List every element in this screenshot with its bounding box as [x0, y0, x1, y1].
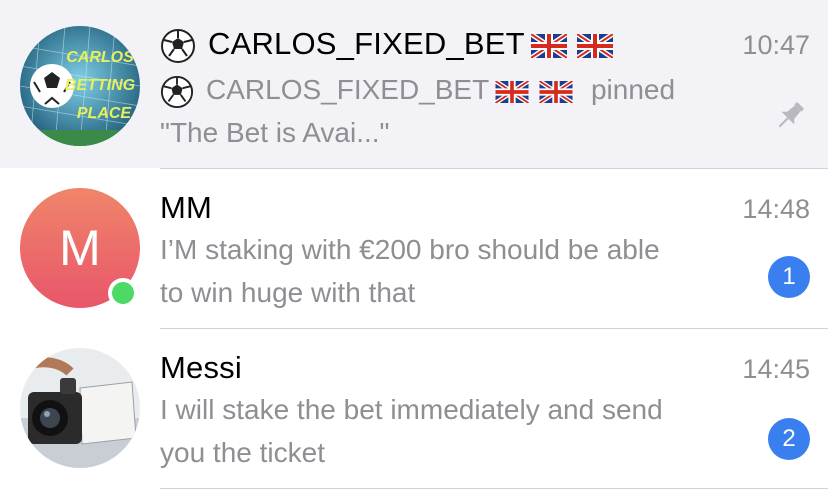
chat-row-messi[interactable]: Messi 14:45 I will stake the bet immedia… [0, 328, 828, 494]
online-indicator [108, 278, 138, 308]
chat-title: MM [160, 190, 213, 225]
uk-flag-icon [539, 80, 574, 103]
preview-line: to win huge with that [160, 277, 416, 308]
carlos-betting-logo: CARLOS BETTING PLACE [20, 26, 140, 146]
chat-row-carlos-fixed-bet[interactable]: CARLOS BETTING PLACE CARLOS_FIXED_BET 10… [0, 0, 828, 168]
row-divider [160, 168, 828, 169]
avatar [20, 348, 140, 468]
uk-flag-icon [576, 33, 613, 58]
uk-flag-icon [495, 80, 530, 103]
chat-time: 14:48 [742, 194, 810, 224]
channel-avatar: CARLOS BETTING PLACE [20, 26, 140, 146]
chat-preview: CARLOS_FIXED_BET pinned "The Bet is Avai… [160, 68, 740, 154]
unread-badge: 2 [768, 418, 810, 460]
soccer-ball-icon [161, 28, 195, 63]
pin-icon [778, 102, 804, 128]
soccer-ball-icon [160, 75, 194, 108]
row-divider [160, 328, 828, 329]
uk-flag-icon [530, 33, 567, 58]
chat-time: 10:47 [742, 30, 810, 60]
logo-text: CARLOS [66, 49, 134, 66]
preview-line: you the ticket [160, 437, 325, 468]
svg-text:PLACE: PLACE [77, 105, 133, 122]
row-divider [160, 488, 828, 489]
preview-action: pinned [590, 74, 676, 105]
unread-badge: 1 [768, 256, 810, 298]
avatar-initial: M [59, 220, 101, 276]
preview-line: I will stake the bet immediately and sen… [160, 394, 663, 425]
chat-title: CARLOS_FIXED_BET [160, 26, 613, 64]
chat-row-mm[interactable]: M MM 14:48 I’M staking with €200 bro sho… [0, 168, 828, 328]
preview-line: I’M staking with €200 bro should be able [160, 234, 660, 265]
svg-text:BETTING: BETTING [65, 77, 135, 94]
preview-sender: CARLOS_FIXED_BET [206, 74, 490, 105]
chat-title: Messi [160, 350, 242, 385]
chat-preview: I’M staking with €200 bro should be able… [160, 228, 760, 314]
chat-time: 14:45 [742, 354, 810, 384]
preview-quote: "The Bet is Avai..." [160, 117, 390, 148]
camera-photo-avatar [20, 348, 140, 468]
chat-title-text: CARLOS_FIXED_BET [208, 26, 525, 61]
chat-preview: I will stake the bet immediately and sen… [160, 388, 760, 474]
